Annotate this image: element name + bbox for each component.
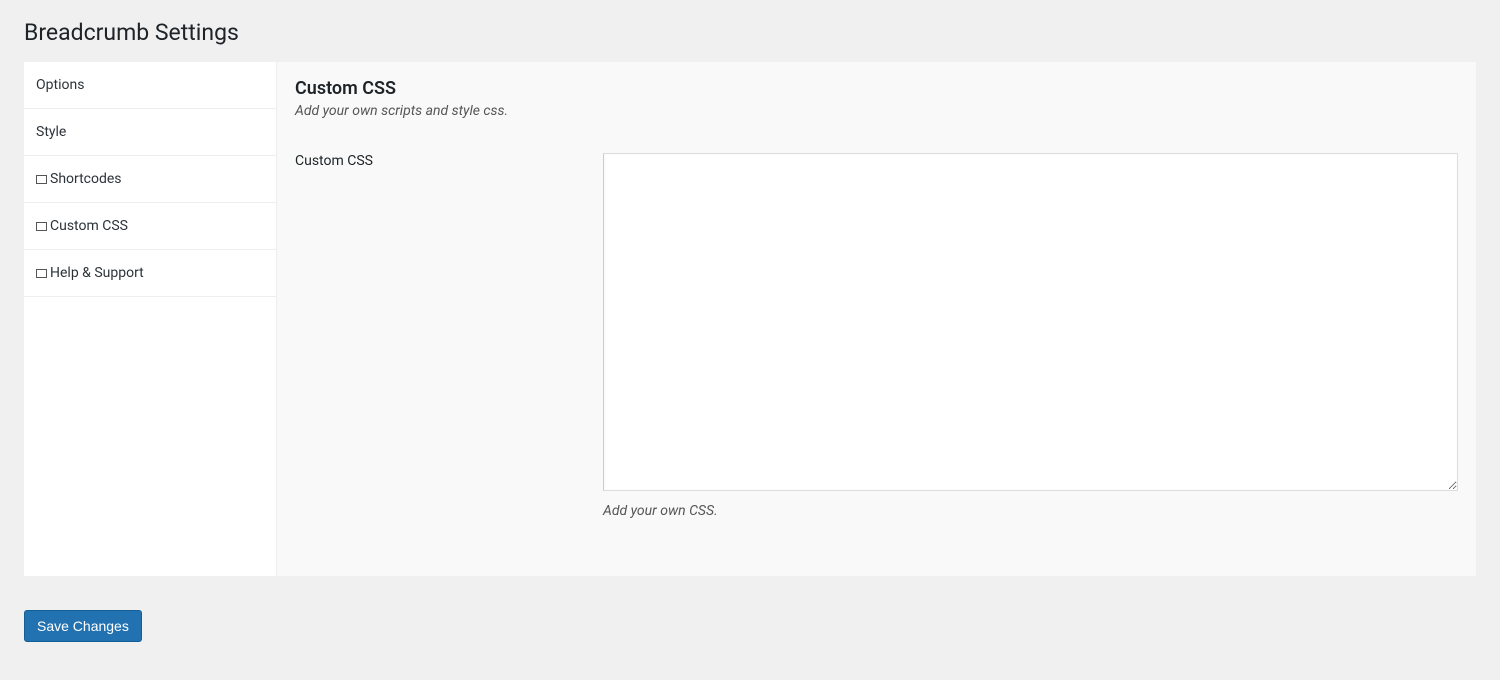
- sidebar-item-help-support[interactable]: Help & Support: [24, 250, 276, 297]
- form-row-custom-css: Custom CSS Add your own CSS.: [295, 153, 1458, 519]
- save-button[interactable]: Save Changes: [24, 610, 142, 642]
- sidebar-item-label: Shortcodes: [50, 171, 122, 187]
- sidebar-item-label: Options: [36, 77, 84, 93]
- sidebar-item-options[interactable]: Options: [24, 62, 276, 109]
- sidebar-item-label: Help & Support: [50, 265, 144, 281]
- sidebar-item-custom-css[interactable]: Custom CSS: [24, 203, 276, 250]
- sidebar: Options Style Shortcodes Custom CSS Help…: [24, 62, 276, 576]
- box-icon: [36, 269, 47, 278]
- field-wrapper: Add your own CSS.: [603, 153, 1458, 519]
- field-hint: Add your own CSS.: [603, 503, 1458, 519]
- page-title: Breadcrumb Settings: [24, 10, 1476, 50]
- sidebar-item-label: Style: [36, 124, 66, 140]
- custom-css-textarea[interactable]: [603, 153, 1458, 491]
- main-content: Custom CSS Add your own scripts and styl…: [276, 62, 1476, 576]
- sidebar-item-shortcodes[interactable]: Shortcodes: [24, 156, 276, 203]
- sidebar-item-style[interactable]: Style: [24, 109, 276, 156]
- field-label: Custom CSS: [295, 153, 603, 169]
- box-icon: [36, 222, 47, 231]
- settings-panel: Options Style Shortcodes Custom CSS Help…: [24, 62, 1476, 576]
- box-icon: [36, 175, 47, 184]
- sidebar-item-label: Custom CSS: [50, 218, 128, 234]
- actions-row: Save Changes: [24, 610, 1476, 642]
- section-description: Add your own scripts and style css.: [295, 103, 1458, 119]
- section-title: Custom CSS: [295, 78, 1458, 99]
